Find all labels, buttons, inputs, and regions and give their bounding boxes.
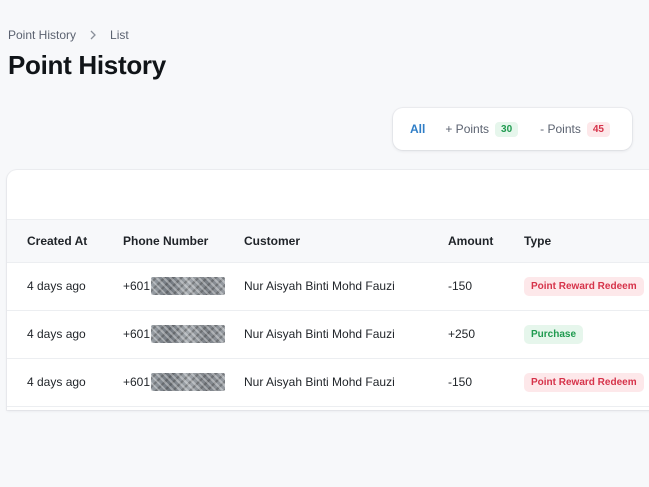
tab-plus-points-label: + Points <box>445 122 490 136</box>
cell-phone-number: +601 <box>123 262 244 310</box>
table-row[interactable]: 4 days ago +601 Nur Aisyah Binti Mohd Fa… <box>7 262 649 310</box>
table-toolbar <box>7 170 649 220</box>
cell-phone-number: +601 <box>123 358 244 406</box>
chevron-right-icon <box>86 28 100 42</box>
phone-prefix: +601 <box>123 279 151 293</box>
cell-type: Point Reward Redeem <box>524 358 649 406</box>
table-row[interactable]: 4 days ago +601 Nur Aisyah Binti Mohd Fa… <box>7 310 649 358</box>
page-title: Point History <box>8 50 166 80</box>
column-header-amount[interactable]: Amount <box>448 220 524 262</box>
cell-phone-number: +601 <box>123 310 244 358</box>
column-header-phone-number[interactable]: Phone Number <box>123 220 244 262</box>
point-history-table: Created At Phone Number Customer Amount … <box>7 220 649 407</box>
minus-points-count-badge: 45 <box>586 121 610 137</box>
redacted-phone-blur <box>151 325 226 343</box>
column-header-customer[interactable]: Customer <box>244 220 448 262</box>
cell-type: Point Reward Redeem <box>524 262 649 310</box>
filter-tabs: All + Points 30 - Points 45 <box>393 108 632 150</box>
tab-all[interactable]: All <box>410 122 425 136</box>
tab-minus-points-label: - Points <box>540 122 581 136</box>
cell-type: Purchase <box>524 310 649 358</box>
point-history-table-card: Created At Phone Number Customer Amount … <box>7 170 649 410</box>
plus-points-count-badge: 30 <box>495 121 519 137</box>
tab-all-label: All <box>410 122 426 136</box>
cell-created-at: 4 days ago <box>27 279 86 293</box>
breadcrumb: Point History List <box>8 28 129 42</box>
phone-prefix: +601 <box>123 327 151 341</box>
tab-plus-points[interactable]: + Points 30 <box>445 121 519 137</box>
cell-amount: +250 <box>448 327 476 341</box>
column-header-type[interactable]: Type <box>524 220 649 262</box>
cell-created-at: 4 days ago <box>27 327 86 341</box>
cell-customer: Nur Aisyah Binti Mohd Fauzi <box>244 375 395 389</box>
table-row[interactable]: 4 days ago +601 Nur Aisyah Binti Mohd Fa… <box>7 358 649 406</box>
type-badge: Point Reward Redeem <box>524 372 644 392</box>
cell-customer: Nur Aisyah Binti Mohd Fauzi <box>244 327 395 341</box>
breadcrumb-parent-link[interactable]: Point History <box>8 28 76 42</box>
redacted-phone-blur <box>151 277 226 295</box>
table-header-row: Created At Phone Number Customer Amount … <box>7 220 649 262</box>
cell-amount: -150 <box>448 375 473 389</box>
phone-prefix: +601 <box>123 375 151 389</box>
type-badge: Point Reward Redeem <box>524 276 644 296</box>
breadcrumb-current: List <box>110 28 129 42</box>
cell-created-at: 4 days ago <box>27 375 86 389</box>
cell-amount: -150 <box>448 279 473 293</box>
column-header-created-at[interactable]: Created At <box>7 220 123 262</box>
type-badge: Purchase <box>524 324 584 344</box>
tab-minus-points[interactable]: - Points 45 <box>540 121 610 137</box>
cell-customer: Nur Aisyah Binti Mohd Fauzi <box>244 279 395 293</box>
redacted-phone-blur <box>151 373 226 391</box>
